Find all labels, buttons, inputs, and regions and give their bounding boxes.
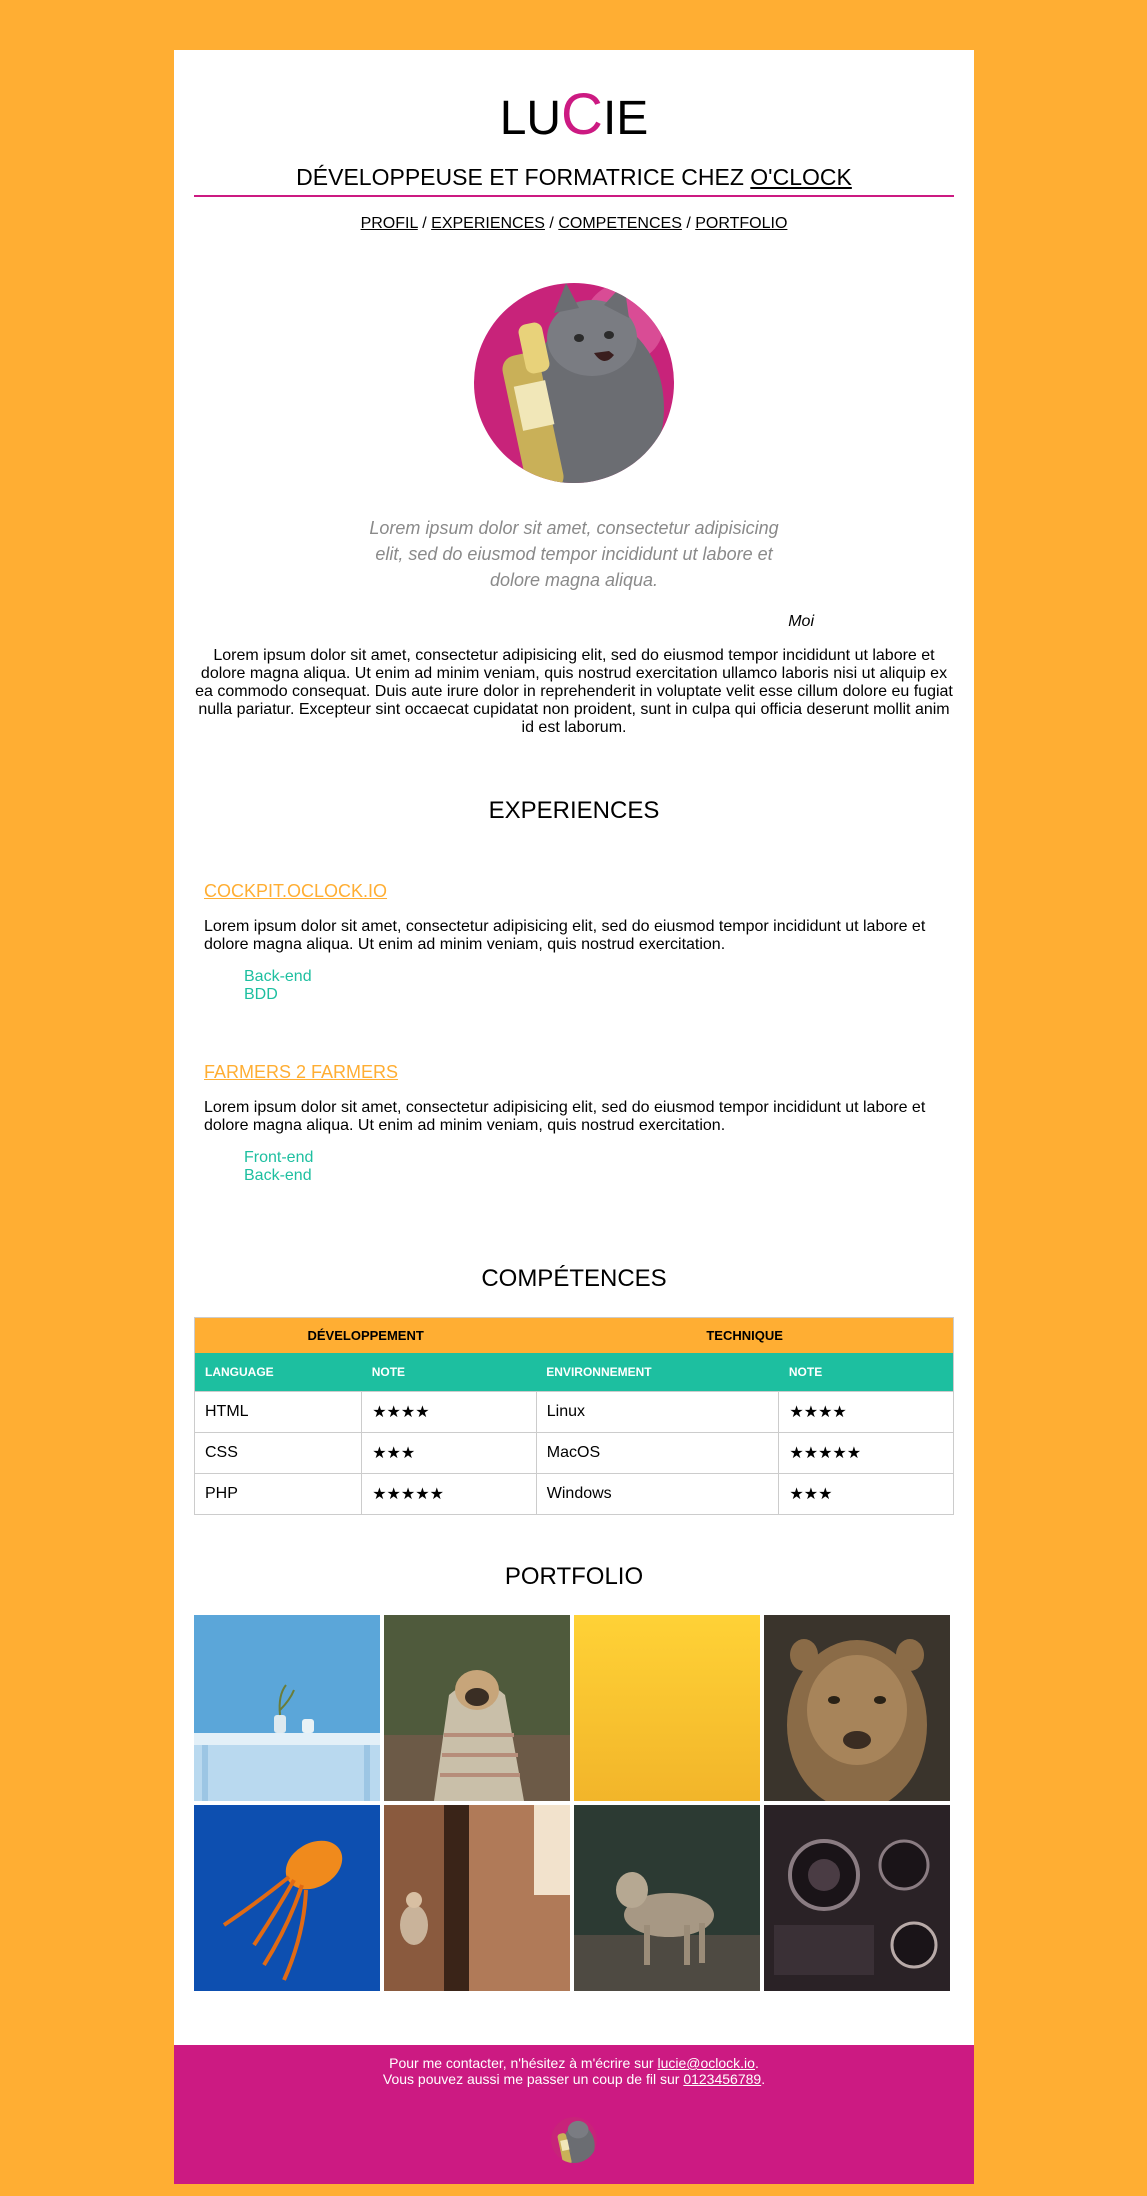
nav-link-portfolio[interactable]: PORTFOLIO bbox=[695, 215, 787, 232]
column-header-note: NOTE bbox=[778, 1353, 954, 1392]
experiences-heading: EXPERIENCES bbox=[488, 797, 660, 824]
table-cell: ★★★★★ bbox=[361, 1473, 537, 1515]
nav-separator: / bbox=[422, 215, 427, 232]
portfolio-heading: PORTFOLIO bbox=[504, 1563, 644, 1590]
profile-quote: Lorem ipsum dolor sit amet, consectetur … bbox=[369, 518, 779, 590]
job-tag: Back-end bbox=[244, 968, 312, 985]
portfolio-section: PORTFOLIO bbox=[194, 1563, 954, 1991]
profile-avatar bbox=[474, 283, 674, 483]
profile-section: Lorem ipsum dolor sit amet, consectetur … bbox=[194, 283, 954, 737]
footer-period: . bbox=[761, 2071, 766, 2087]
table-cell: CSS bbox=[193, 1432, 363, 1474]
main-content: LUCIE DÉVELOPPEUSE ET FORMATRICE CHEZ O'… bbox=[174, 50, 974, 1991]
group-header-technique: TECHNIQUE bbox=[536, 1317, 954, 1353]
job-tag: BDD bbox=[244, 986, 278, 1003]
table-cell: ★★★★★ bbox=[778, 1432, 954, 1474]
nav-link-competences[interactable]: COMPETENCES bbox=[558, 215, 682, 232]
profile-bio: Lorem ipsum dolor sit amet, consectetur … bbox=[195, 647, 953, 736]
footer-contact-line-phone: Vous pouvez aussi me passer un coup de f… bbox=[174, 2071, 974, 2087]
table-cell: HTML bbox=[193, 1391, 363, 1433]
main-nav: PROFIL / EXPERIENCES / COMPETENCES / POR… bbox=[194, 215, 954, 233]
site-footer: Pour me contacter, n'hésitez à m'écrire … bbox=[174, 2045, 974, 2184]
phone-link[interactable]: 0123456789 bbox=[683, 2071, 761, 2087]
subtitle-text: DÉVELOPPEUSE ET FORMATRICE CHEZ bbox=[296, 164, 744, 190]
job-tags: Back-end BDD bbox=[204, 968, 944, 1004]
group-header-development: DÉVELOPPEMENT bbox=[194, 1317, 537, 1353]
portfolio-image-lioness[interactable] bbox=[764, 1615, 950, 1801]
portfolio-image-person-in-doorway[interactable] bbox=[384, 1805, 570, 1991]
nav-link-profil[interactable]: PROFIL bbox=[361, 215, 418, 232]
job-tags: Front-end Back-end bbox=[204, 1149, 944, 1185]
job-item: COCKPIT.OCLOCK.IO Lorem ipsum dolor sit … bbox=[194, 825, 954, 1004]
portfolio-image-jellyfish[interactable] bbox=[194, 1805, 380, 1991]
table-cell: ★★★ bbox=[778, 1473, 954, 1515]
table-cell: PHP bbox=[193, 1473, 363, 1515]
portfolio-image-plant-on-table[interactable] bbox=[194, 1615, 380, 1801]
portfolio-image-yellow-wall[interactable] bbox=[574, 1615, 760, 1801]
portfolio-image-vintage-cameras[interactable] bbox=[764, 1805, 950, 1991]
skills-table: DÉVELOPPEMENT TECHNIQUE LANGUAGE NOTE EN… bbox=[193, 1317, 954, 1515]
job-title-link[interactable]: COCKPIT.OCLOCK.IO bbox=[204, 881, 387, 902]
page-container: LUCIE DÉVELOPPEUSE ET FORMATRICE CHEZ O'… bbox=[174, 50, 974, 2184]
title-accent-letter: C bbox=[561, 82, 603, 147]
table-row: PHP ★★★★★ Windows ★★★ bbox=[193, 1473, 954, 1515]
job-tag: Front-end bbox=[244, 1149, 314, 1166]
table-cell: ★★★★ bbox=[778, 1391, 954, 1433]
quote-author: Moi bbox=[788, 613, 814, 630]
footer-email-prefix: Pour me contacter, n'hésitez à m'écrire … bbox=[389, 2055, 654, 2071]
column-header-environment: ENVIRONNEMENT bbox=[536, 1353, 779, 1392]
footer-avatar bbox=[551, 2117, 597, 2163]
portfolio-image-coyote[interactable] bbox=[574, 1805, 760, 1991]
column-header-language: LANGUAGE bbox=[194, 1353, 362, 1392]
footer-contact-line-email: Pour me contacter, n'hésitez à m'écrire … bbox=[174, 2055, 974, 2071]
job-title-link[interactable]: FARMERS 2 FARMERS bbox=[204, 1062, 398, 1083]
table-cell: ★★★★ bbox=[361, 1391, 537, 1433]
job-description: Lorem ipsum dolor sit amet, consectetur … bbox=[204, 918, 926, 953]
table-cell: Windows bbox=[535, 1473, 780, 1515]
nav-separator: / bbox=[686, 215, 691, 232]
title-part-start: LU bbox=[499, 92, 562, 145]
nav-separator: / bbox=[549, 215, 554, 232]
footer-phone-prefix: Vous pouvez aussi me passer un coup de f… bbox=[382, 2071, 680, 2087]
table-row: CSS ★★★ MacOS ★★★★★ bbox=[193, 1432, 954, 1474]
portfolio-grid bbox=[194, 1615, 954, 1991]
portfolio-image-pug-in-blanket[interactable] bbox=[384, 1615, 570, 1801]
job-description: Lorem ipsum dolor sit amet, consectetur … bbox=[204, 1099, 926, 1134]
experiences-section: EXPERIENCES COCKPIT.OCLOCK.IO Lorem ipsu… bbox=[194, 797, 954, 1185]
title-part-end: IE bbox=[602, 92, 649, 145]
table-cell: Linux bbox=[535, 1391, 780, 1433]
site-title: LUCIE bbox=[194, 50, 954, 144]
email-link[interactable]: lucie@oclock.io bbox=[657, 2055, 754, 2071]
site-header: LUCIE DÉVELOPPEUSE ET FORMATRICE CHEZ O'… bbox=[194, 50, 954, 233]
subtitle: DÉVELOPPEUSE ET FORMATRICE CHEZ O'CLOCK bbox=[194, 164, 954, 197]
table-row: HTML ★★★★ Linux ★★★★ bbox=[193, 1391, 954, 1433]
table-cell: MacOS bbox=[535, 1432, 780, 1474]
job-tag: Back-end bbox=[244, 1167, 312, 1184]
nav-link-experiences[interactable]: EXPERIENCES bbox=[431, 215, 545, 232]
table-cell: ★★★ bbox=[361, 1432, 537, 1474]
job-item: FARMERS 2 FARMERS Lorem ipsum dolor sit … bbox=[194, 1004, 954, 1185]
skills-section: COMPÉTENCES DÉVELOPPEMENT TECHNIQUE LANG… bbox=[193, 1265, 954, 1515]
skills-heading: COMPÉTENCES bbox=[481, 1265, 667, 1292]
footer-period: . bbox=[754, 2055, 759, 2071]
oclock-link[interactable]: O'CLOCK bbox=[750, 164, 852, 190]
column-header-note: NOTE bbox=[361, 1353, 537, 1392]
